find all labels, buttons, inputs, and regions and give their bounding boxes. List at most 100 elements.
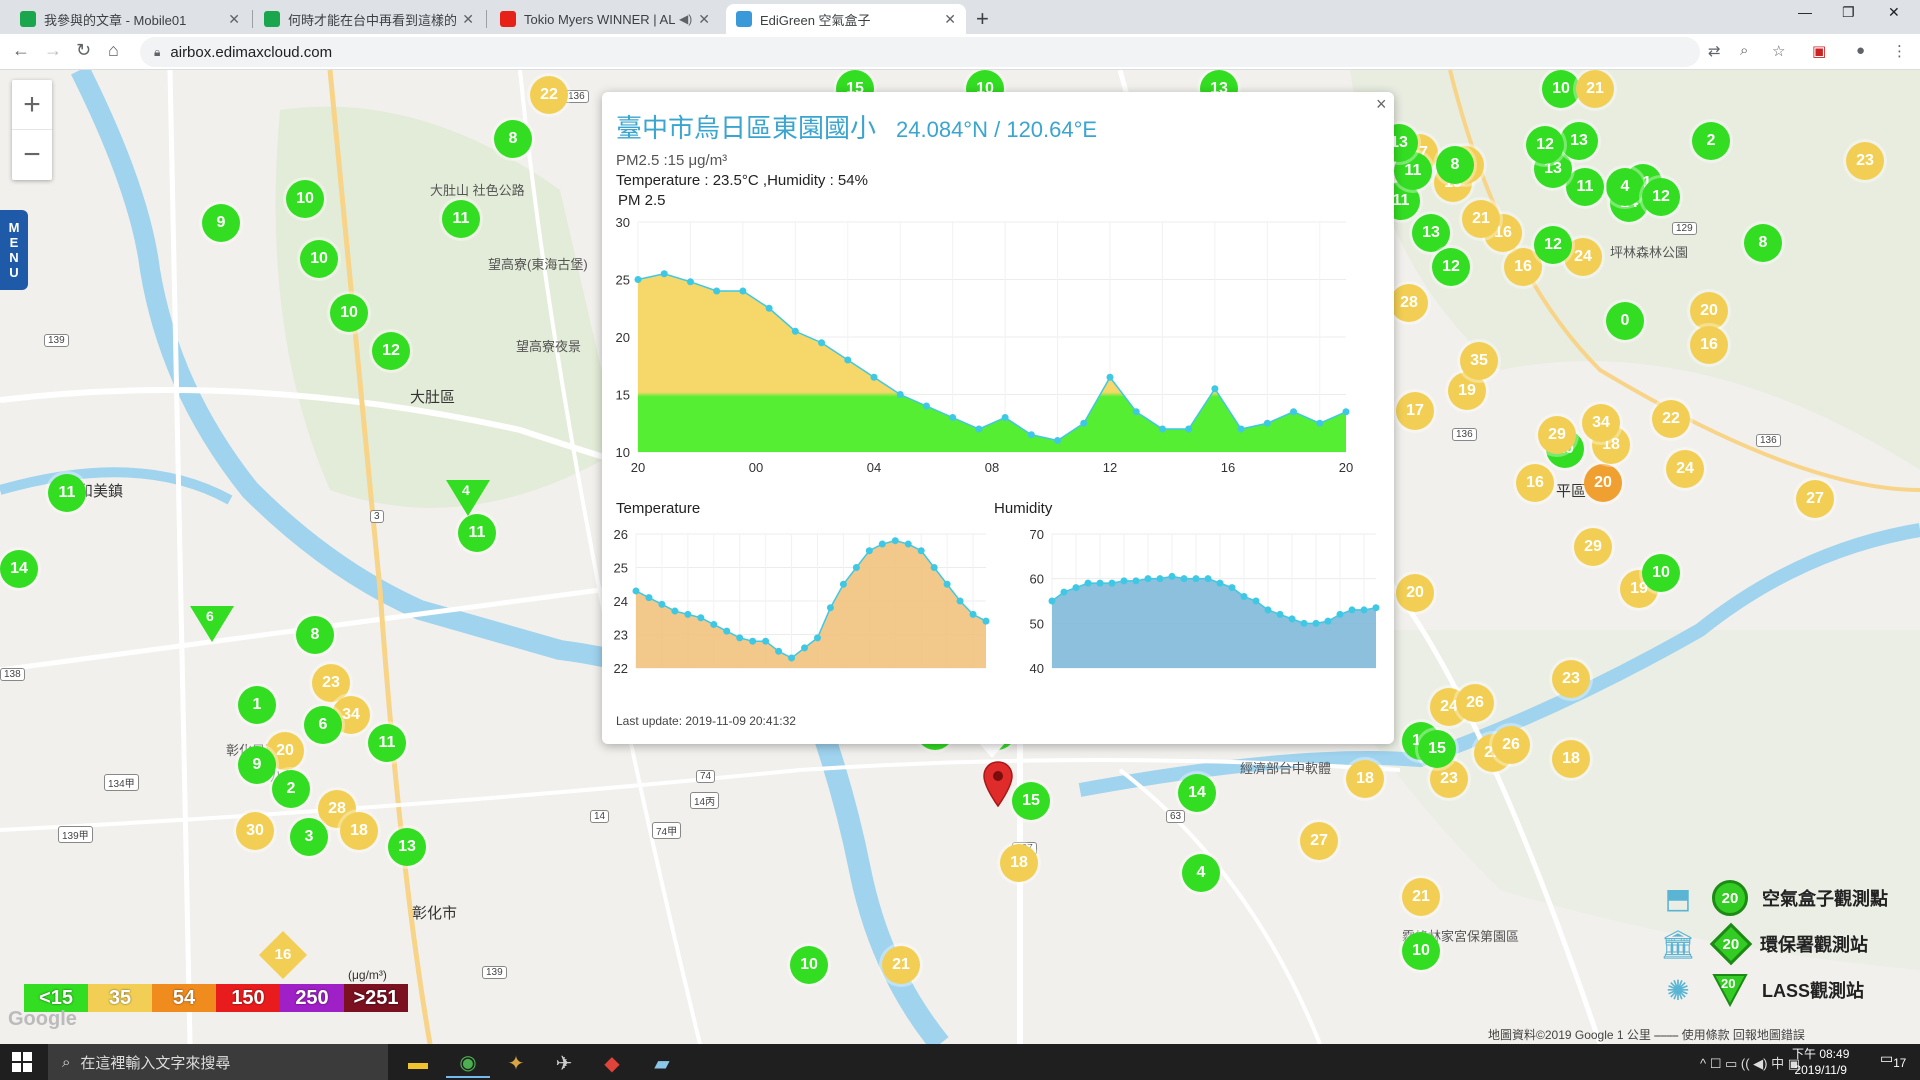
airbox-marker[interactable]: 8: [296, 616, 334, 654]
airbox-marker[interactable]: 16: [1690, 326, 1728, 364]
airbox-marker[interactable]: 13: [1560, 122, 1598, 160]
bookmark-star-icon[interactable]: ☆: [1772, 42, 1785, 60]
airbox-marker[interactable]: 26: [1456, 684, 1494, 722]
close-window-button[interactable]: ✕: [1888, 4, 1900, 21]
airbox-marker[interactable]: 10: [1542, 70, 1580, 108]
close-tab-icon[interactable]: ✕: [228, 11, 240, 28]
airbox-marker[interactable]: 29: [1538, 416, 1576, 454]
lass-station-marker[interactable]: 6: [190, 606, 234, 642]
selected-location-pin-icon[interactable]: [982, 760, 1014, 808]
airbox-marker[interactable]: 21: [1576, 70, 1614, 108]
airbox-marker[interactable]: 2: [272, 770, 310, 808]
airbox-marker[interactable]: 29: [1574, 528, 1612, 566]
airbox-marker[interactable]: 12: [1526, 126, 1564, 164]
airbox-marker[interactable]: 24: [1666, 450, 1704, 488]
menu-dots-icon[interactable]: ⋮: [1892, 42, 1907, 60]
airbox-marker[interactable]: 22: [1652, 400, 1690, 438]
airbox-marker[interactable]: 4: [1182, 854, 1220, 892]
tab-0[interactable]: 我參與的文章 - Mobile01 ✕: [10, 4, 250, 34]
airbox-marker[interactable]: 10: [1642, 554, 1680, 592]
airbox-marker[interactable]: 27: [1300, 822, 1338, 860]
airbox-marker[interactable]: 14: [0, 550, 38, 588]
airbox-marker[interactable]: 26: [1492, 726, 1530, 764]
lass-station-marker[interactable]: 4: [446, 480, 490, 516]
minimize-button[interactable]: —: [1798, 4, 1812, 20]
airbox-marker[interactable]: 8: [1744, 224, 1782, 262]
airbox-marker[interactable]: 10: [790, 946, 828, 984]
airbox-marker[interactable]: 8: [1436, 146, 1474, 184]
lock-icon[interactable]: 🔒︎: [154, 45, 160, 60]
airbox-marker[interactable]: 11: [442, 200, 480, 238]
airbox-marker[interactable]: 18: [1346, 760, 1384, 798]
airbox-marker[interactable]: 13: [388, 828, 426, 866]
airbox-marker[interactable]: 22: [530, 76, 568, 114]
airbox-marker[interactable]: 1: [238, 686, 276, 724]
map-attribution[interactable]: 地圖資料©2019 Google 1 公里 ⎯⎯⎯⎯ 使用條款 回報地圖錯誤: [1488, 1026, 1805, 1043]
airbox-marker[interactable]: 8: [494, 120, 532, 158]
tab-1[interactable]: 何時才能在台中再看到這樣的藍天? ✕: [254, 4, 484, 34]
tab-2[interactable]: Tokio Myers WINNER | ALL ◀) ✕: [490, 4, 720, 34]
airbox-marker[interactable]: 34: [1582, 404, 1620, 442]
home-icon[interactable]: ⌂: [108, 40, 119, 61]
restore-button[interactable]: ❐: [1842, 4, 1855, 21]
zoom-in-button[interactable]: +: [12, 80, 52, 130]
app-icon[interactable]: ✦: [494, 1048, 538, 1078]
windows-start-icon[interactable]: [12, 1052, 32, 1072]
airbox-marker[interactable]: 21: [1402, 878, 1440, 916]
airbox-marker[interactable]: 10: [1402, 932, 1440, 970]
airbox-marker[interactable]: 18: [1552, 740, 1590, 778]
airbox-marker[interactable]: 20: [1396, 574, 1434, 612]
airbox-marker[interactable]: 12: [1534, 226, 1572, 264]
airbox-marker[interactable]: 21: [882, 946, 920, 984]
zoom-out-button[interactable]: −: [12, 130, 52, 180]
file-explorer-icon[interactable]: ▬: [396, 1048, 440, 1078]
airbox-marker[interactable]: 11: [48, 474, 86, 512]
airbox-marker[interactable]: 18: [1000, 844, 1038, 882]
airbox-marker[interactable]: 12: [1432, 248, 1470, 286]
app-icon[interactable]: ◆: [590, 1048, 634, 1078]
airbox-marker[interactable]: 3: [290, 818, 328, 856]
airbox-marker[interactable]: 10: [286, 180, 324, 218]
app-icon[interactable]: ▰: [640, 1048, 684, 1078]
airbox-marker[interactable]: 15: [1418, 730, 1456, 768]
epa-station-marker[interactable]: 16: [258, 930, 308, 980]
airbox-marker[interactable]: 35: [1460, 342, 1498, 380]
close-tab-icon[interactable]: ✕: [944, 11, 956, 28]
airbox-marker[interactable]: 30: [236, 812, 274, 850]
app-icon[interactable]: ✈: [542, 1048, 586, 1078]
profile-icon[interactable]: ●: [1856, 42, 1865, 59]
clock[interactable]: 下午 08:49 2019/11/9: [1792, 1046, 1849, 1078]
airbox-marker[interactable]: 11: [1566, 168, 1604, 206]
airbox-marker[interactable]: 15: [1012, 782, 1050, 820]
forward-arrow-icon[interactable]: →: [44, 40, 62, 61]
airbox-marker[interactable]: 10: [300, 240, 338, 278]
airbox-marker[interactable]: 12: [1642, 178, 1680, 216]
airbox-marker[interactable]: 9: [238, 746, 276, 784]
popup-close-button[interactable]: ×: [1376, 94, 1387, 115]
airbox-marker[interactable]: 17: [1396, 392, 1434, 430]
zoom-icon[interactable]: ⌕: [1740, 42, 1748, 59]
menu-button[interactable]: M E N U: [0, 210, 28, 290]
new-tab-button[interactable]: +: [976, 6, 989, 32]
airbox-marker[interactable]: 11: [458, 514, 496, 552]
airbox-marker[interactable]: 13: [1412, 214, 1450, 252]
airbox-marker[interactable]: 12: [372, 332, 410, 370]
extension-icon[interactable]: ▣: [1812, 42, 1826, 60]
airbox-marker[interactable]: 18: [340, 812, 378, 850]
audio-playing-icon[interactable]: ◀): [679, 12, 692, 26]
google-logo[interactable]: Google: [8, 1008, 77, 1031]
airbox-marker[interactable]: 20: [1584, 464, 1622, 502]
airbox-marker[interactable]: 16: [1516, 464, 1554, 502]
airbox-marker[interactable]: 21: [1462, 200, 1500, 238]
airbox-marker[interactable]: 28: [1390, 284, 1428, 322]
tab-3-active[interactable]: EdiGreen 空氣盒子 ✕: [726, 4, 966, 34]
airbox-marker[interactable]: 9: [202, 204, 240, 242]
airbox-marker[interactable]: 11: [368, 724, 406, 762]
airbox-marker[interactable]: 14: [1178, 774, 1216, 812]
notification-center-icon[interactable]: ▭17: [1880, 1050, 1906, 1070]
close-tab-icon[interactable]: ✕: [698, 11, 710, 28]
airbox-marker[interactable]: 4: [1606, 168, 1644, 206]
airbox-marker[interactable]: 23: [1552, 660, 1590, 698]
airbox-marker[interactable]: 0: [1606, 302, 1644, 340]
close-tab-icon[interactable]: ✕: [462, 11, 474, 28]
